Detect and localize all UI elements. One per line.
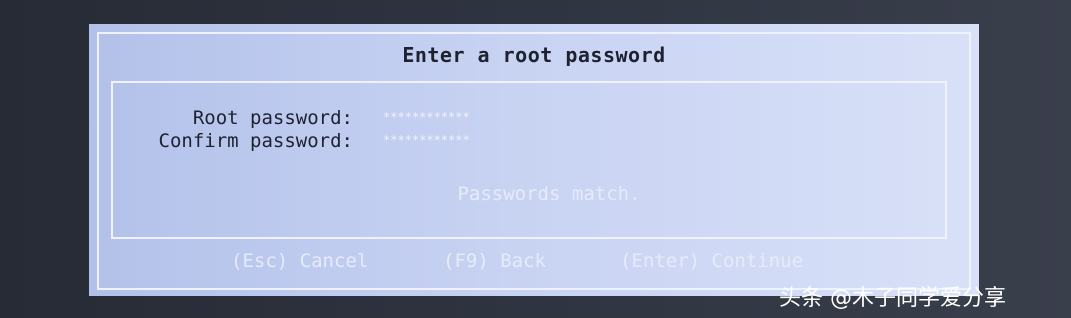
root-password-input[interactable]: ************ bbox=[383, 110, 535, 128]
root-password-label: Root password: bbox=[192, 107, 353, 129]
dialog-button-row: (Esc) Cancel (F9) Back (Enter) Continue bbox=[89, 250, 979, 276]
confirm-password-label: Confirm password: bbox=[158, 130, 353, 152]
confirm-password-row: Confirm password: ************ bbox=[113, 130, 949, 154]
password-status-message: Passwords match. bbox=[457, 183, 641, 205]
root-password-row: Root password: ************ bbox=[113, 107, 949, 131]
continue-button[interactable]: (Enter) Continue bbox=[620, 250, 803, 272]
root-password-dialog: Enter a root password Root password: ***… bbox=[89, 24, 979, 296]
password-panel: Root password: ************ Confirm pass… bbox=[111, 81, 947, 239]
dialog-title: Enter a root password bbox=[402, 43, 666, 67]
installer-screen: Enter a root password Root password: ***… bbox=[0, 0, 1071, 318]
back-button[interactable]: (F9) Back bbox=[443, 250, 546, 272]
cancel-button[interactable]: (Esc) Cancel bbox=[231, 250, 368, 272]
watermark-text: 头条 @木子同学爱分享 bbox=[779, 286, 1006, 311]
confirm-password-input[interactable]: ************ bbox=[383, 133, 535, 151]
